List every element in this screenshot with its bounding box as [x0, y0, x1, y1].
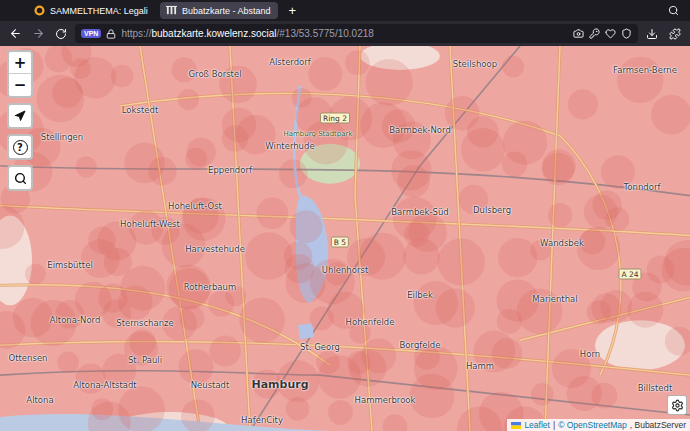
download-icon	[646, 28, 658, 40]
map-favicon-icon	[166, 5, 177, 16]
place-label: HafenCity	[241, 415, 283, 425]
address-bar[interactable]: VPN https://bubatzkarte.kowelenz.social/#…	[75, 24, 638, 43]
gear-icon	[671, 399, 684, 412]
road-label: Ring 2	[320, 113, 350, 124]
new-tab-button[interactable]: +	[282, 2, 302, 19]
place-label: Altona-Nord	[50, 315, 101, 325]
key-icon[interactable]	[589, 28, 600, 39]
place-label: Altona-Altstadt	[73, 380, 136, 390]
place-label: Altona	[26, 395, 53, 405]
locate-button[interactable]	[9, 105, 31, 127]
place-label: Wandsbek	[540, 238, 584, 248]
place-label: Eimsbüttel	[47, 260, 92, 270]
place-label: Hamburg Stadtpark	[283, 130, 352, 138]
settings-button[interactable]	[667, 395, 687, 415]
attribution-separator: |	[553, 420, 555, 430]
browser-tab[interactable]: Bubatzkarte - Abstand	[160, 2, 279, 19]
place-label: Winterhude	[265, 141, 314, 151]
place-label: Barmbek-Süd	[391, 207, 448, 217]
search-icon	[14, 172, 27, 185]
road-label: A 24	[618, 269, 641, 280]
place-label: Ottensen	[8, 353, 47, 363]
place-label: Hamburg	[251, 378, 308, 391]
url-text: https://bubatzkarte.kowelenz.social/#13/…	[121, 28, 568, 39]
place-label: Tonndorf	[624, 182, 661, 192]
place-label: Uhlenhorst	[322, 265, 368, 275]
help-button[interactable]: ?	[9, 136, 31, 158]
place-label: Hoheluft-Ost	[168, 201, 222, 211]
map-controls: +−?	[7, 50, 33, 191]
place-label: Farmsen-Berne	[613, 65, 677, 75]
place-label: St. Pauli	[128, 355, 162, 365]
place-label: Billstedt	[638, 383, 673, 393]
place-label: Horn	[580, 349, 600, 359]
place-label: Marienthal	[532, 294, 577, 304]
puzzle-icon	[669, 28, 681, 40]
extensions-button[interactable]	[666, 25, 684, 43]
place-label: Alsterdorf	[269, 57, 311, 67]
tab-title: SAMMELTHEMA: Legali	[50, 6, 148, 16]
place-label: Sternschanze	[116, 318, 173, 328]
zoom-in-button[interactable]: +	[9, 52, 31, 74]
place-label: Steilshoop	[453, 59, 497, 69]
browser-window: SAMMELTHEMA: Legali Bubatzkarte - Abstand…	[0, 0, 690, 431]
place-label: Eppendorf	[208, 165, 252, 175]
map-attribution: Leaflet|© OpenStreetMap, BubatzServer	[507, 419, 690, 431]
ukraine-flag-icon	[511, 422, 521, 429]
vpn-badge[interactable]: VPN	[81, 29, 101, 38]
tab-title: Bubatzkarte - Abstand	[182, 6, 271, 16]
help-label: ?	[13, 140, 28, 155]
reload-button[interactable]	[52, 25, 70, 43]
shield-icon[interactable]	[621, 28, 632, 39]
downloads-button[interactable]	[643, 25, 661, 43]
zoom-control: +−	[7, 50, 33, 98]
place-label: Hoheluft-West	[120, 219, 180, 229]
arrow-left-icon	[9, 27, 22, 40]
back-button[interactable]	[6, 25, 24, 43]
reload-icon	[55, 28, 67, 40]
zoom-out-button[interactable]: −	[9, 74, 31, 96]
road-label: B 5	[331, 237, 349, 248]
place-label: Harvestehude	[185, 244, 245, 254]
place-label: Dulsberg	[473, 205, 511, 215]
place-label: Stellingen	[41, 132, 83, 142]
place-label: Hamm	[466, 361, 494, 371]
place-label: Barmbek-Nord	[389, 125, 451, 135]
search-icon	[668, 5, 679, 16]
server-credit: , BubatzServer	[630, 420, 686, 430]
arrow-right-icon	[32, 27, 45, 40]
search-button[interactable]	[9, 167, 31, 189]
locate-arrow-icon	[14, 110, 26, 122]
place-label: Hammerbrook	[355, 395, 416, 405]
forward-button[interactable]	[29, 25, 47, 43]
lock-icon[interactable]	[106, 29, 116, 39]
list-tabs-button[interactable]	[664, 2, 682, 20]
tab-bar: SAMMELTHEMA: Legali Bubatzkarte - Abstand…	[0, 0, 690, 21]
place-label: Neustadt	[191, 380, 230, 390]
place-label: Eilbek	[407, 290, 433, 300]
camera-icon[interactable]	[573, 28, 584, 39]
place-label: Rotherbaum	[184, 282, 236, 292]
browser-tab[interactable]: SAMMELTHEMA: Legali	[28, 2, 156, 19]
map[interactable]: Groß Borstel Alsterdorf Steilshoop Farmsen-…	[0, 46, 690, 431]
search-control	[7, 165, 33, 191]
place-label: Lokstedt	[122, 105, 158, 115]
place-label: Hohenfelde	[346, 317, 395, 327]
navigation-bar: VPN https://bubatzkarte.kowelenz.social/#…	[0, 21, 690, 46]
osm-link[interactable]: © OpenStreetMap	[558, 420, 627, 430]
forum-favicon-icon	[34, 5, 45, 16]
heart-icon[interactable]	[605, 28, 616, 39]
help-control: ?	[7, 134, 33, 160]
place-label: Groß Borstel	[188, 69, 241, 79]
place-label: St. Georg	[300, 342, 340, 352]
place-label: Borgfelde	[400, 340, 441, 350]
leaflet-link[interactable]: Leaflet	[524, 420, 550, 430]
locate-control	[7, 103, 33, 129]
